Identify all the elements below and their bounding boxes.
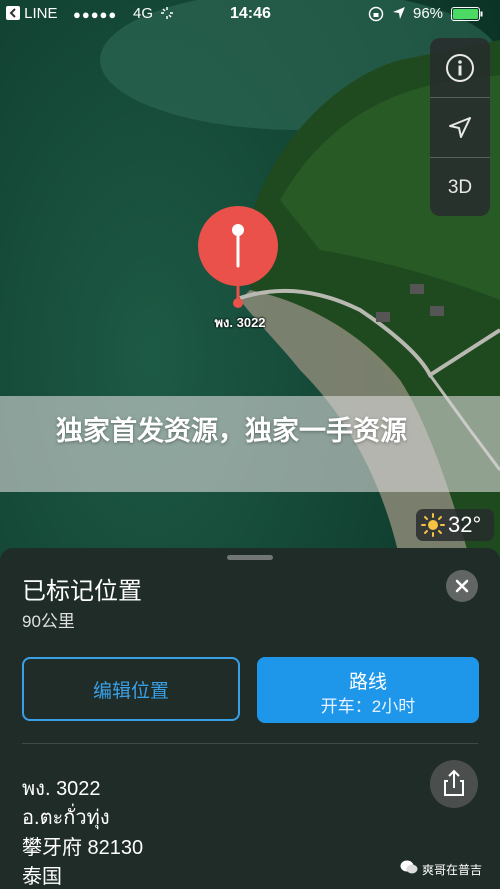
map-controls: 3D <box>430 38 490 216</box>
share-button[interactable] <box>430 760 478 808</box>
battery-percent: 96% <box>413 5 444 22</box>
battery-icon <box>451 7 483 25</box>
close-icon <box>455 579 469 593</box>
sun-icon <box>421 513 445 537</box>
wechat-icon <box>400 860 418 874</box>
status-bar: LINE ●●●●● 4G 14:46 96% <box>0 0 500 28</box>
pin-label: พง. 3022 <box>214 315 266 330</box>
info-button[interactable] <box>430 38 490 97</box>
network-label: 4G <box>133 5 154 22</box>
address-line: 泰国 <box>22 866 62 888</box>
location-services-icon <box>392 6 406 24</box>
locate-button[interactable] <box>430 98 490 157</box>
clock: 14:46 <box>230 5 271 22</box>
temperature-value: 32° <box>448 512 482 537</box>
share-icon <box>444 769 464 796</box>
carrier-label: LINE <box>24 5 58 22</box>
directions-label: 路线 <box>348 672 387 693</box>
edit-location-button[interactable]: 编辑位置 <box>22 657 240 721</box>
close-button[interactable] <box>446 570 478 602</box>
back-to-app[interactable]: LINE <box>6 5 58 22</box>
3d-button[interactable]: 3D <box>430 158 490 217</box>
location-arrow-icon <box>449 116 471 138</box>
sheet-divider <box>22 743 478 744</box>
place-title: 已标记位置 <box>22 578 142 605</box>
address-line: อ.ตะกั่วทุ่ง <box>22 807 110 829</box>
address-line: 攀牙府 82130 <box>22 837 144 859</box>
signal-dots: ●●●●● <box>73 7 118 22</box>
place-distance: 90公里 <box>22 612 75 631</box>
directions-eta: 开车：2小时 <box>320 697 416 716</box>
sheet-grabber[interactable] <box>227 555 273 560</box>
back-icon <box>6 6 20 20</box>
watermark-text: 爽哥在普吉 <box>422 863 483 877</box>
address-line: พง. 3022 <box>22 778 101 800</box>
weather-widget: 32° <box>416 509 494 541</box>
promo-banner-text: 独家首发资源，独家一手资源 <box>56 416 407 446</box>
lock-rotation-icon <box>368 6 384 26</box>
directions-button[interactable]: 路线 开车：2小时 <box>257 657 479 723</box>
info-icon <box>446 53 474 82</box>
loading-icon <box>160 6 174 24</box>
